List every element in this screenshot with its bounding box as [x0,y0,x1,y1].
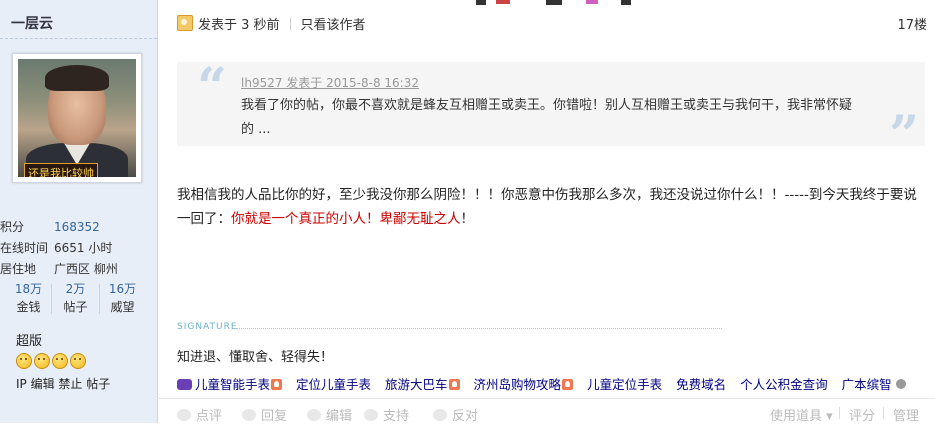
mini-stat-posts[interactable]: 2万 帖子 [58,280,93,316]
reply-label: 回复 [261,409,288,424]
admin-links[interactable]: IP 编辑 禁止 帖子 [16,375,110,392]
quote-text: 我看了你的帖，你最不喜欢就是蜂友互相赠王或卖王。你错啦！别人互相赠王或卖王与我何… [241,98,853,137]
reply-icon [242,409,256,421]
ad-link-label: 广本缤智 [841,377,892,392]
stat-online-time: 在线时间 6651 小时 [0,239,112,256]
mini-stat-prestige[interactable]: 16万 威望 [105,280,140,316]
ad-link[interactable]: 旅游大巴车 [385,374,460,393]
divider [839,407,840,419]
stat-value[interactable]: 168352 [54,220,100,234]
comment-icon [177,409,191,421]
ad-link[interactable]: 儿童定位手表 [587,374,662,393]
divider [883,407,884,419]
manage-label: 管理 [893,409,920,424]
mini-stat-money[interactable]: 18万 金钱 [11,280,46,316]
ad-link[interactable]: 免费域名 [676,374,726,393]
manage-button[interactable]: 管理 [893,405,919,424]
oppose-label: 反对 [452,409,479,424]
user-online-icon [177,15,193,31]
hot-icon [271,379,283,390]
smiley-icon [34,353,50,369]
stat-points: 积分 168352 [0,218,100,235]
support-button[interactable]: 支持 [364,405,409,424]
stat-value: 6651 小时 [54,241,113,255]
rank-stars [16,353,88,373]
divider [289,18,291,30]
smiley-icon [52,353,68,369]
oppose-button[interactable]: 反对 [433,405,478,424]
score-button[interactable]: 评分 [849,405,875,424]
author-sidebar: 一层云 还是我比较帅 积分 168352 在线时间 6651 小时 居住地 广西区 柳… [0,0,158,423]
author-rank[interactable]: 超版 [16,330,42,349]
ad-link-label: 免费域名 [676,377,727,392]
quote-close-icon: ” [889,105,919,166]
quote-block: “ lh9527 发表于 2015-8-8 16:32 我看了你的帖，你最不喜欢… [177,57,925,162]
ad-link[interactable]: 个人公积金查询 [740,374,828,393]
ad-badge-icon [177,379,192,390]
thumbs-down-icon [433,409,447,421]
edit-label: 编辑 [326,409,353,424]
hot-icon [448,379,460,390]
reply-button[interactable]: 回复 [242,405,287,424]
edit-button[interactable]: 编辑 [307,405,352,424]
stat-label: 积分 [0,220,25,234]
signature-text: 知进退、懂取舍、轻得失！ [177,350,334,365]
paw-icon[interactable] [895,379,906,389]
post-time: 发表于 3 秒前 [198,18,280,33]
tools-menu[interactable]: 使用道具 ▾ [770,405,833,424]
ad-link[interactable]: 广本缤智 [842,374,892,393]
ad-link-label: 儿童定位手表 [587,377,663,392]
divider [0,38,157,39]
edit-icon [307,409,321,421]
stat-label: 居住地 [0,262,37,276]
ad-link[interactable]: 济州岛购物攻略 [474,374,574,393]
tools-label: 使用道具 [770,409,823,424]
stat-location: 居住地 广西区 柳州 [0,260,118,277]
floor-number[interactable]: 17楼 [897,14,927,33]
quote-open-icon: “ [197,57,227,118]
hot-icon [562,379,574,390]
ad-link-label: 个人公积金查询 [740,377,828,392]
ad-link-label: 儿童智能手表 [195,377,271,392]
ad-link-label: 定位儿童手表 [296,377,372,392]
avatar[interactable]: 还是我比较帅 [18,59,136,177]
smiley-icon [70,353,86,369]
avatar-frame: 还是我比较帅 [12,53,142,183]
avatar-caption: 还是我比较帅 [24,163,98,177]
author-username[interactable]: 一层云 [11,13,53,33]
signature-label: SIGNATURE [177,322,238,332]
post-message: 我相信我的人品比你的好，至少我没你那么阴险！！！你恶意中伤我那么多次，我还没说过… [177,183,929,231]
mini-stat-label: 帖子 [63,300,88,314]
score-label: 评分 [849,409,876,424]
mini-stat-label: 威望 [110,300,135,314]
rate-label: 点评 [196,409,223,424]
signature-divider [236,328,722,329]
message-highlight: 你就是一个真正的小人！卑鄙无耻之人 [231,211,461,227]
ad-link-label: 旅游大巴车 [385,377,448,392]
quote-author[interactable]: lh9527 发表于 2015-8-8 16:32 [241,74,419,91]
ad-links-bar: 儿童智能手表 定位儿童手表 旅游大巴车 济州岛购物攻略 儿童定位手表 免费域名 个人公积金查… [177,374,933,393]
message-end: ！ [460,211,475,227]
ad-link-label: 济州岛购物攻略 [473,377,562,392]
post-action-bar: 点评 回复 编辑 支持 反对 使用道具 ▾ 评分 管理 [157,398,935,424]
post-header: 发表于 3 秒前 只看该作者 [177,14,366,33]
thumbs-up-icon [364,409,378,421]
smiley-icon [16,353,32,369]
mini-stat-label: 金钱 [16,300,41,314]
stat-value: 广西区 柳州 [54,262,118,276]
ad-link[interactable]: 儿童智能手表 [177,374,283,393]
divider [99,284,100,314]
mini-stat-num: 2万 [65,282,86,296]
banner-strip [476,0,631,5]
support-label: 支持 [383,409,410,424]
mini-stat-num: 18万 [14,282,43,296]
rate-button[interactable]: 点评 [177,405,222,424]
mini-stat-num: 16万 [108,282,137,296]
only-author-link[interactable]: 只看该作者 [301,18,366,33]
divider [51,284,52,314]
stat-label: 在线时间 [0,241,49,255]
avatar-hair [45,65,109,91]
ad-link[interactable]: 定位儿童手表 [296,374,371,393]
